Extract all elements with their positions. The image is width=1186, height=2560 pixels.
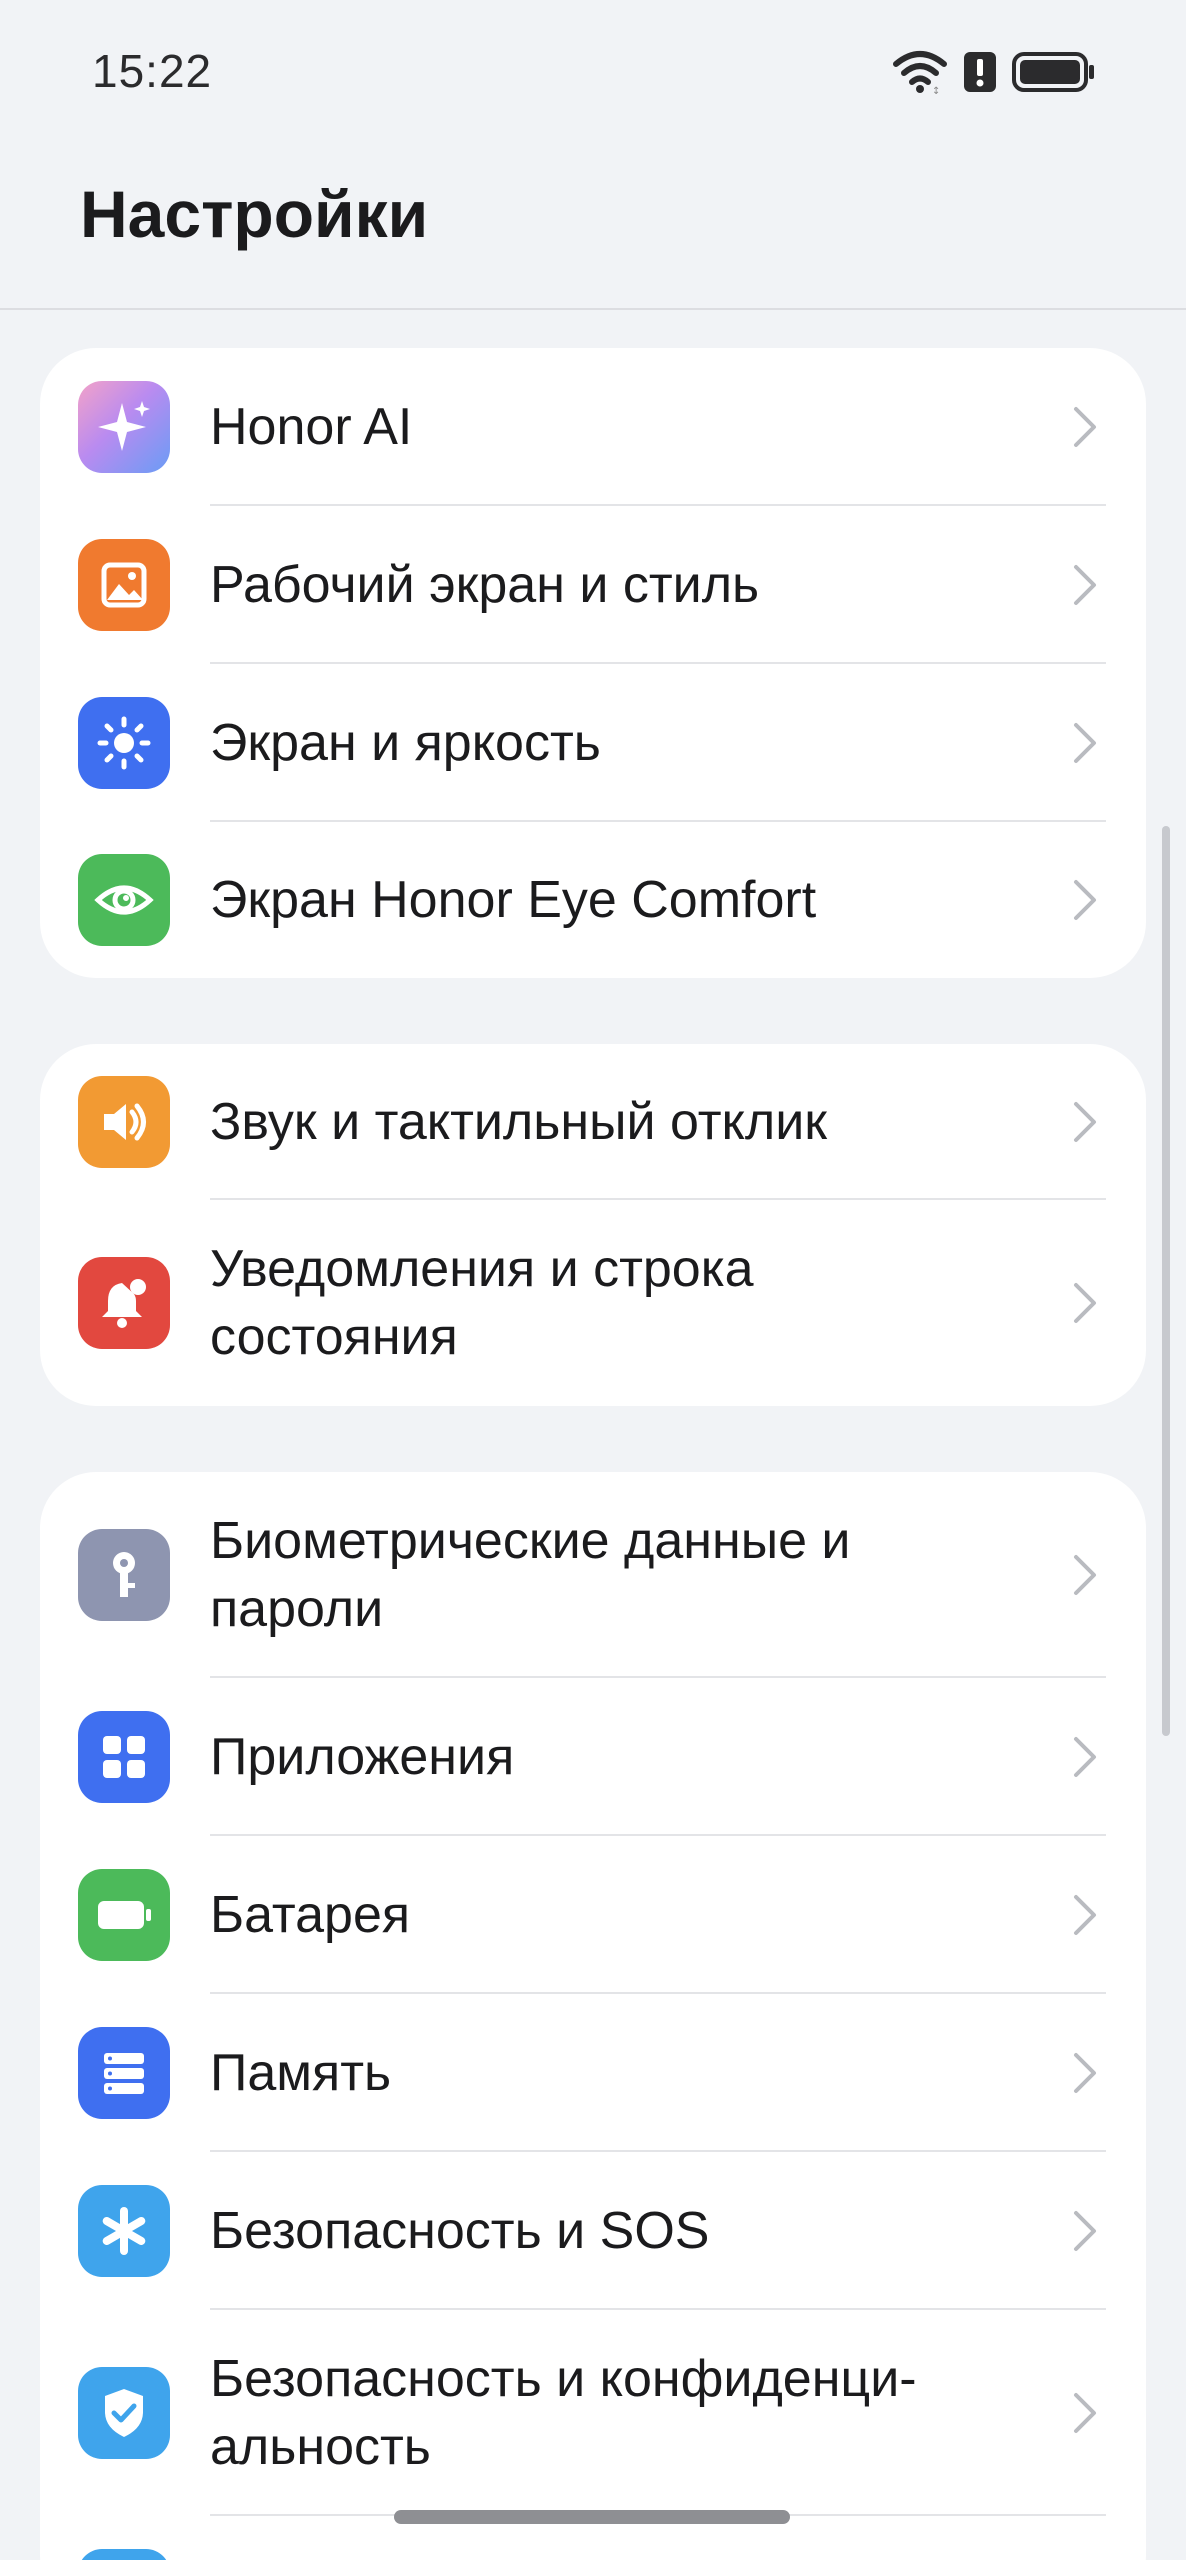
storage-icon (78, 2027, 170, 2119)
settings-item-label: Безопасность и SOS (210, 2202, 710, 2260)
home-indicator[interactable] (394, 2510, 790, 2524)
picture-icon (78, 539, 170, 631)
chevron-right-icon (1074, 880, 1096, 920)
key-icon (78, 1529, 170, 1621)
settings-item-label: Память (210, 2044, 392, 2102)
settings-item-battery[interactable]: Батарея (40, 1836, 1146, 1994)
settings-item-biometrics[interactable]: Биометрические данные и пароли (40, 1472, 1146, 1678)
page-title: Настройки (80, 177, 429, 251)
alert-icon (964, 52, 996, 92)
settings-group-system: Биометрические данные и пароли Приложени… (40, 1472, 1146, 2560)
chevron-right-icon (1074, 1102, 1096, 1142)
settings-group-sound-notifications: Звук и тактильный отклик Уведомления и с… (40, 1044, 1146, 1406)
speaker-icon (78, 1076, 170, 1168)
chevron-right-icon (1074, 2393, 1096, 2433)
settings-item-label: Рабочий экран и стиль (210, 556, 760, 614)
wifi-icon: ↕ (893, 51, 947, 94)
chevron-right-icon (1074, 1895, 1096, 1935)
settings-item-safety-sos[interactable]: Безопасность и SOS (40, 2152, 1146, 2310)
chevron-right-icon (1074, 565, 1096, 605)
settings-item-eye-comfort[interactable]: Экран Honor Eye Comfort (40, 822, 1146, 978)
settings-item-label: Honor AI (210, 398, 413, 456)
settings-item-notifications[interactable]: Уведомления и строка состояния (40, 1200, 1146, 1406)
chevron-right-icon (1074, 1737, 1096, 1777)
status-bar: 15:22 ↕ (0, 0, 1186, 150)
settings-item-display[interactable]: Экран и яркость (40, 664, 1146, 822)
settings-item-label: Экран и яркость (210, 714, 601, 772)
settings-item-storage[interactable]: Память (40, 1994, 1146, 2152)
page-header: Настройки (0, 150, 1186, 310)
settings-item-label: Экран Honor Eye Comfort (210, 871, 817, 929)
chevron-right-icon (1074, 2211, 1096, 2251)
settings-item-privacy[interactable]: Безопасность и конфиденци- альность (40, 2310, 1146, 2516)
eye-icon (78, 854, 170, 946)
apps-grid-icon (78, 1711, 170, 1803)
partial-item-icon (78, 2549, 170, 2560)
settings-item-label: Приложения (210, 1728, 515, 1786)
svg-text:↕: ↕ (932, 86, 940, 94)
settings-item-label: Биометрические данные и пароли (210, 1512, 851, 1638)
chevron-right-icon (1074, 2053, 1096, 2093)
settings-item-home-screen[interactable]: Рабочий экран и стиль (40, 506, 1146, 664)
settings-item-apps[interactable]: Приложения (40, 1678, 1146, 1836)
chevron-right-icon (1074, 1283, 1096, 1323)
chevron-right-icon (1074, 1555, 1096, 1595)
honor-ai-icon (78, 381, 170, 473)
settings-item-honor-ai[interactable]: Honor AI (40, 348, 1146, 506)
settings-item-sound[interactable]: Звук и тактильный отклик (40, 1044, 1146, 1200)
shield-check-icon (78, 2367, 170, 2459)
battery-item-icon (78, 1869, 170, 1961)
settings-item-label: Уведомления и строка состояния (210, 1240, 754, 1366)
sun-icon (78, 697, 170, 789)
settings-item-label: Безопасность и конфиденци- альность (210, 2350, 917, 2476)
battery-icon (1012, 52, 1094, 92)
scrollbar[interactable] (1162, 826, 1170, 1736)
status-time: 15:22 (92, 45, 213, 97)
bell-icon (78, 1257, 170, 1349)
chevron-right-icon (1074, 407, 1096, 447)
asterisk-icon (78, 2185, 170, 2277)
chevron-right-icon (1074, 723, 1096, 763)
settings-item-label: Звук и тактильный отклик (210, 1093, 828, 1151)
settings-item-label: Батарея (210, 1886, 411, 1944)
status-icons: ↕ (892, 46, 1096, 98)
settings-group-display: Honor AI Рабочий экран и стиль Экран и я… (40, 348, 1146, 978)
